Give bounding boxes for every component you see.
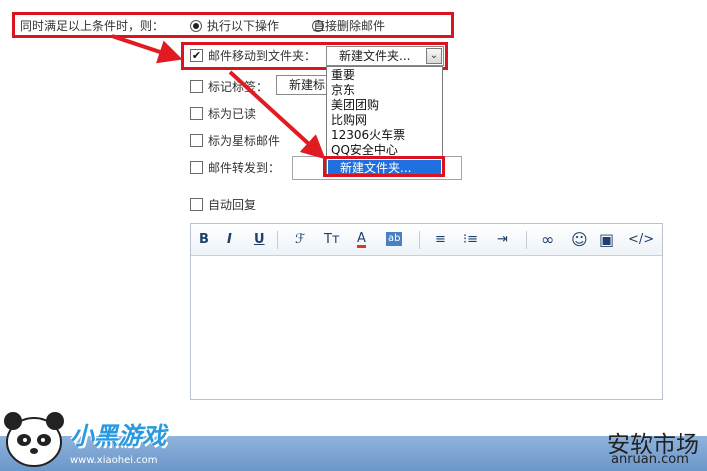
toolbar-separator [419,231,420,249]
left-url-watermark: www.xiaohei.com [70,455,158,466]
indent-icon[interactable]: ⇥ [497,232,508,248]
toolbar-separator [277,231,278,249]
chevron-down-icon[interactable]: ⌄ [426,48,442,64]
radio-execute[interactable] [190,20,202,32]
move-checkbox[interactable]: ✔ [190,49,203,62]
folder-option[interactable]: 京东 [331,83,355,97]
move-label: 邮件移动到文件夹： [208,49,317,63]
move-folder-select[interactable]: 新建文件夹... ⌄ [326,46,444,66]
reply-editor[interactable]: B I U ℱ Tт A ab ≡ ⁝≡ ⇥ ∞ ☺ ▣ </> [190,223,663,400]
radio-execute-label[interactable]: 执行以下操作 [207,17,279,34]
toolbar-separator [526,231,527,249]
underline-icon[interactable]: U [254,232,265,248]
bold-icon[interactable]: B [199,232,209,248]
new-folder-highlight-box [323,156,445,177]
folder-option[interactable]: QQ安全中心 [331,143,398,157]
arrow-to-move [111,34,183,64]
folder-option[interactable]: 重要 [331,68,355,82]
font-color-icon[interactable]: A [357,232,366,248]
tag-checkbox[interactable] [190,80,203,93]
folder-option[interactable]: 12306火车票 [331,128,405,142]
condition-label: 同时满足以上条件时，则： [20,19,165,33]
folder-option[interactable]: 美团团购 [331,98,379,112]
editor-content[interactable] [191,257,662,399]
link-icon[interactable]: ∞ [541,232,554,248]
font-size-icon[interactable]: Tт [324,232,340,248]
tag-label: 标记标签： [208,80,269,94]
italic-icon[interactable]: I [227,232,232,248]
mark-star-label: 标为星标邮件 [208,134,281,148]
forward-label: 邮件转发到： [208,161,281,175]
mark-read-label: 标为已读 [208,107,257,121]
right-url-watermark: anruan.com [611,452,689,467]
folder-option[interactable]: 比购网 [331,113,367,127]
tag-select-value: 新建标 [289,78,326,92]
mark-read-checkbox[interactable] [190,107,203,120]
auto-reply-checkbox[interactable] [190,198,203,211]
panda-logo-icon [4,412,64,467]
mark-star-checkbox[interactable] [190,134,203,147]
forward-checkbox[interactable] [190,161,203,174]
background-color-icon[interactable]: ab [386,232,403,246]
font-family-icon[interactable]: ℱ [295,232,305,248]
align-icon[interactable]: ≡ [435,232,446,248]
auto-reply-label: 自动回复 [208,198,257,212]
editor-toolbar: B I U ℱ Tт A ab ≡ ⁝≡ ⇥ ∞ ☺ ▣ </> [191,224,662,256]
radio-delete-label[interactable]: 直接删除邮件 [313,17,385,34]
left-brand-watermark: 小黑游戏 [70,422,166,450]
image-icon[interactable]: ▣ [599,232,614,248]
move-folder-select-value: 新建文件夹... [339,49,411,63]
emoji-icon[interactable]: ☺ [571,232,588,248]
ordered-list-icon[interactable]: ⁝≡ [463,232,478,248]
source-code-icon[interactable]: </> [628,232,654,248]
